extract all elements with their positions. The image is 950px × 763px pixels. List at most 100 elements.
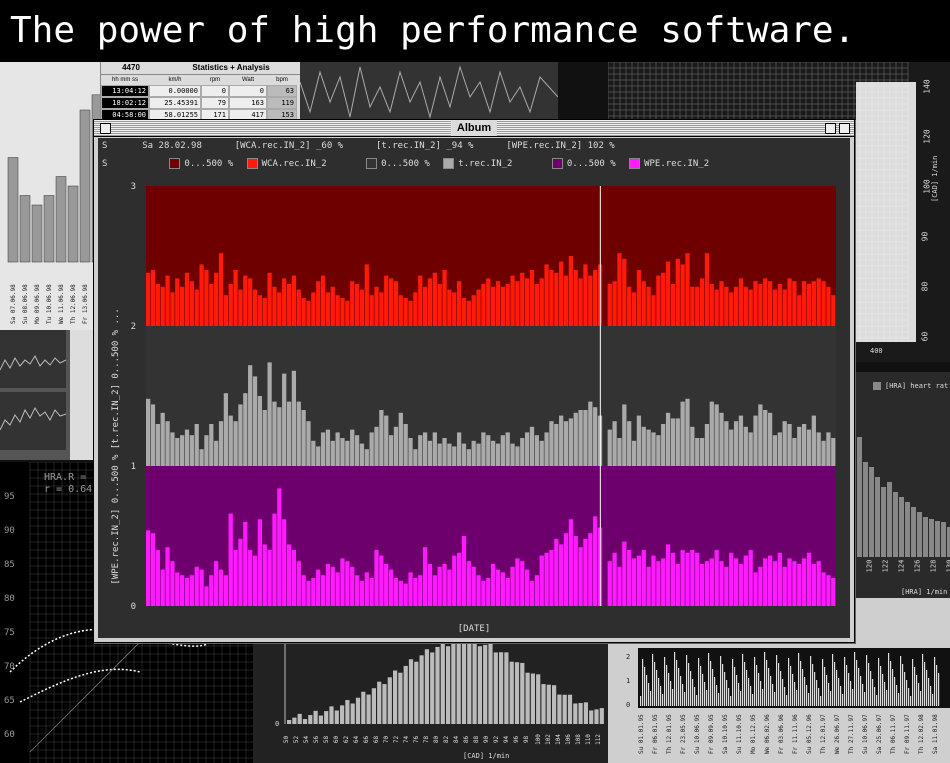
left-mid-svg xyxy=(0,330,100,460)
right-mid-bar-2 xyxy=(869,467,874,557)
bar-t.rec.IN_2-74 xyxy=(505,432,510,466)
bc-tick-106: 106 xyxy=(564,734,572,745)
br-bar-16 xyxy=(672,689,674,706)
br-bar-31 xyxy=(702,674,704,706)
br-bar-21 xyxy=(682,684,684,706)
bar-WCA.rec.IN_2-78 xyxy=(525,278,530,326)
bar-WPE.rec.IN_2-31 xyxy=(296,561,301,606)
br-bar-74 xyxy=(788,658,790,706)
bar-WPE.rec.IN_2-3 xyxy=(160,569,165,606)
br-bar-68 xyxy=(776,655,778,706)
bar-WPE.rec.IN_2-103 xyxy=(646,566,651,606)
br-bar-43 xyxy=(726,680,728,706)
br-bar-54 xyxy=(748,678,750,706)
bc-bar-42 xyxy=(509,661,514,724)
br-bar-36 xyxy=(712,669,714,706)
bar-WPE.rec.IN_2-116 xyxy=(709,558,714,606)
bar-WPE.rec.IN_2-66 xyxy=(466,561,471,606)
bar-t.rec.IN_2-0 xyxy=(146,398,151,466)
bar-WCA.rec.IN_2-90 xyxy=(583,264,588,326)
br-bar-12 xyxy=(664,657,666,706)
bar-WPE.rec.IN_2-113 xyxy=(695,552,700,606)
bar-t.rec.IN_2-99 xyxy=(627,421,632,466)
lb-tick-70: 70 xyxy=(4,662,15,672)
br-bar-146 xyxy=(932,694,934,706)
br-bar-38 xyxy=(716,685,718,706)
album-window[interactable]: Album S Sa 28.02.98 [WCA.rec.IN_2] _60 %… xyxy=(93,119,855,643)
br-bar-115 xyxy=(870,671,872,706)
stats-panel: 4470 Statistics + Analysis hh mm ss km/h r… xyxy=(100,62,301,120)
br-bar-85 xyxy=(810,656,812,706)
bc-tick-64: 64 xyxy=(353,735,361,744)
bar-WPE.rec.IN_2-70 xyxy=(486,578,491,606)
bar-t.rec.IN_2-46 xyxy=(369,432,374,466)
br-bar-39 xyxy=(718,693,720,706)
bar-WPE.rec.IN_2-63 xyxy=(452,555,457,606)
br-date-6: Sa 10.10.95 xyxy=(722,714,729,754)
left-bar-date-5: Th 12.06.98 xyxy=(70,284,77,324)
bar-WPE.rec.IN_2-5 xyxy=(170,561,175,606)
br-bar-51 xyxy=(742,654,744,706)
y-axis-title: [WPE.rec.IN_2] 0...500 % [t.rec.IN_2] 0.… xyxy=(111,308,121,584)
br-date-10: Fr 03.06.96 xyxy=(778,714,785,754)
bar-WCA.rec.IN_2-79 xyxy=(529,270,535,326)
bar-WPE.rec.IN_2-28 xyxy=(282,519,287,606)
right-mid-bar-10 xyxy=(917,512,922,557)
stats-col-2: rpm xyxy=(209,77,221,83)
bar-WCA.rec.IN_2-48 xyxy=(379,292,384,326)
bar-WCA.rec.IN_2-44 xyxy=(359,289,365,326)
br-date-21: Sa 11.01.98 xyxy=(932,714,939,754)
bar-WPE.rec.IN_2-126 xyxy=(758,566,763,606)
bc-bar-26 xyxy=(424,649,429,724)
bc-bar-2 xyxy=(297,713,302,724)
bar-t.rec.IN_2-81 xyxy=(539,440,544,466)
right-mid-panel: [HRA] heart rat 120 122 124 126 128 130 [HRA]… xyxy=(853,372,950,598)
bc-bar-49 xyxy=(546,684,551,724)
zoom-icon[interactable] xyxy=(825,123,836,134)
br-bar-64 xyxy=(768,668,770,706)
left-bar-2 xyxy=(31,204,43,263)
bar-WCA.rec.IN_2-108 xyxy=(670,284,676,326)
bar-t.rec.IN_2-10 xyxy=(194,424,199,466)
lb-tick-75: 75 xyxy=(4,628,15,638)
bar-WPE.rec.IN_2-84 xyxy=(554,538,559,606)
bar-t.rec.IN_2-7 xyxy=(180,435,185,466)
bar-t.rec.IN_2-133 xyxy=(792,438,797,466)
album-chart[interactable]: 0 1 2 3 [WPE.rec.IN_2] 0...500 % [t.rec.IN_2… xyxy=(98,138,850,638)
bar-WPE.rec.IN_2-140 xyxy=(826,575,831,606)
bc-bar-41 xyxy=(504,652,509,724)
bar-t.rec.IN_2-55 xyxy=(413,449,418,466)
stats-cell: 18:02:12 xyxy=(101,97,149,109)
lb-tick-95: 95 xyxy=(4,492,15,502)
collapse-icon[interactable] xyxy=(839,123,850,134)
bar-t.rec.IN_2-128 xyxy=(767,412,773,466)
br-bar-72 xyxy=(784,687,786,706)
bar-t.rec.IN_2-31 xyxy=(296,401,301,466)
close-icon[interactable] xyxy=(100,123,111,134)
bar-t.rec.IN_2-78 xyxy=(525,432,530,466)
bar-WPE.rec.IN_2-41 xyxy=(345,561,350,606)
bar-WCA.rec.IN_2-17 xyxy=(228,284,233,326)
album-titlebar[interactable]: Album xyxy=(94,120,854,137)
bar-WPE.rec.IN_2-107 xyxy=(665,544,671,606)
bar-WPE.rec.IN_2-121 xyxy=(733,558,739,606)
bc-tick-74: 74 xyxy=(403,735,411,744)
bar-WCA.rec.IN_2-107 xyxy=(665,261,671,326)
bar-t.rec.IN_2-70 xyxy=(486,435,491,466)
bar-t.rec.IN_2-23 xyxy=(257,396,263,466)
br-bar-102 xyxy=(844,657,846,706)
bar-WCA.rec.IN_2-53 xyxy=(403,298,408,326)
br-bar-109 xyxy=(858,668,860,706)
br-bar-37 xyxy=(714,677,716,706)
bar-WPE.rec.IN_2-1 xyxy=(150,533,156,606)
left-bar-date-1: Su 08.06.98 xyxy=(22,284,29,324)
br-bar-101 xyxy=(842,694,844,706)
bar-WPE.rec.IN_2-53 xyxy=(403,583,408,606)
br-bar-18 xyxy=(676,660,678,706)
bar-WPE.rec.IN_2-50 xyxy=(388,569,394,606)
br-bar-93 xyxy=(826,675,828,706)
bar-WCA.rec.IN_2-97 xyxy=(617,253,622,326)
bar-WCA.rec.IN_2-8 xyxy=(184,272,190,326)
stats-cell: 63 xyxy=(267,85,297,97)
br-bar-11 xyxy=(662,694,664,706)
